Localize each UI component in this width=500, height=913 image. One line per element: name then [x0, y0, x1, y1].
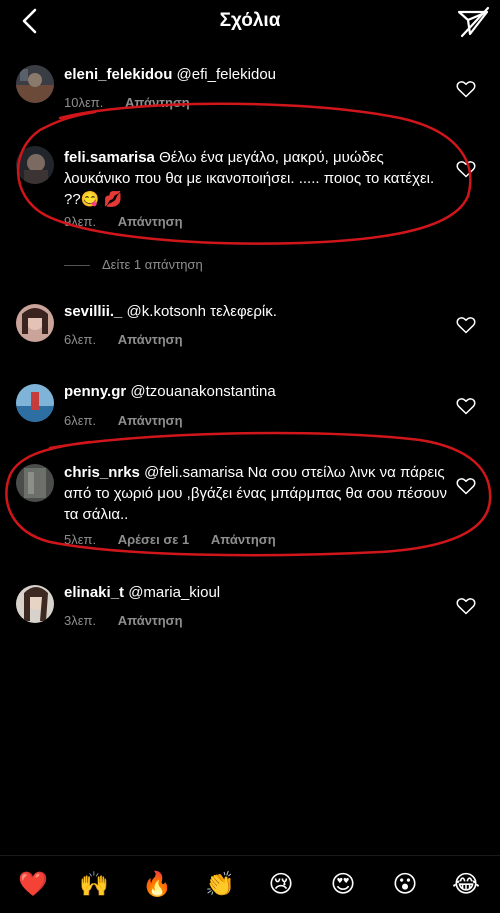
avatar[interactable]	[16, 146, 54, 184]
likes-count[interactable]: Αρέσει σε 1	[118, 532, 190, 547]
comment-text: @k.kotsonh τελεφερίκ.	[126, 303, 277, 320]
comment-time: 9λεπ.	[64, 214, 97, 229]
avatar[interactable]	[16, 464, 54, 502]
comment-username[interactable]: feli.samarisa	[64, 149, 155, 166]
heart-icon[interactable]	[456, 80, 476, 98]
view-replies-button[interactable]: Δείτε 1 απάντηση	[64, 257, 203, 272]
clapping-hands-emoji[interactable]: 👏	[204, 868, 236, 900]
raising-hands-emoji[interactable]: 🙌	[78, 868, 110, 900]
red-heart-emoji[interactable]: ❤️	[17, 868, 49, 900]
send-direct-icon[interactable]	[456, 6, 490, 38]
reply-button[interactable]: Απάντηση	[118, 413, 183, 428]
comment-username[interactable]: penny.gr	[64, 383, 126, 400]
comment-time: 10λεπ.	[64, 95, 104, 110]
reply-button[interactable]: Απάντηση	[125, 95, 190, 110]
divider-line	[64, 265, 90, 267]
tears-of-joy-emoji[interactable]: 😂	[450, 868, 482, 900]
emoji-reaction-bar: ❤️ 🙌 🔥 👏 😢 😍 😮 😂	[0, 855, 500, 913]
heart-icon[interactable]	[456, 397, 476, 415]
comment-username[interactable]: eleni_felekidou	[64, 66, 172, 83]
comment-text: @tzouanakonstantina	[130, 383, 276, 400]
avatar[interactable]	[16, 65, 54, 103]
comment-text: @maria_kioul	[128, 584, 221, 601]
fire-emoji[interactable]: 🔥	[141, 868, 173, 900]
comment-time: 3λεπ.	[64, 613, 97, 628]
comment-time: 6λεπ.	[64, 413, 97, 428]
comment-username[interactable]: elinaki_t	[64, 584, 124, 601]
crying-face-emoji[interactable]: 😢	[265, 868, 297, 900]
avatar[interactable]	[16, 585, 54, 623]
page-title: Σχόλια	[219, 10, 281, 31]
reply-button[interactable]: Απάντηση	[118, 613, 183, 628]
reply-button[interactable]: Απάντηση	[211, 532, 276, 547]
heart-eyes-emoji[interactable]: 😍	[327, 868, 359, 900]
heart-icon[interactable]	[456, 160, 476, 178]
heart-icon[interactable]	[456, 316, 476, 334]
avatar[interactable]	[16, 384, 54, 422]
comment-time: 5λεπ.	[64, 532, 97, 547]
comment-username[interactable]: chris_nrks	[64, 464, 140, 481]
comment-time: 6λεπ.	[64, 332, 97, 347]
heart-icon[interactable]	[456, 597, 476, 615]
header-bar: Σχόλια	[0, 0, 500, 44]
heart-icon[interactable]	[456, 477, 476, 495]
reply-button[interactable]: Απάντηση	[118, 214, 183, 229]
comment-username[interactable]: sevillii._	[64, 303, 122, 320]
red-annotation-circles	[5, 102, 492, 557]
surprised-face-emoji[interactable]: 😮	[389, 868, 421, 900]
reply-button[interactable]: Απάντηση	[118, 332, 183, 347]
avatar[interactable]	[16, 304, 54, 342]
comment-text: @efi_felekidou	[176, 66, 277, 83]
